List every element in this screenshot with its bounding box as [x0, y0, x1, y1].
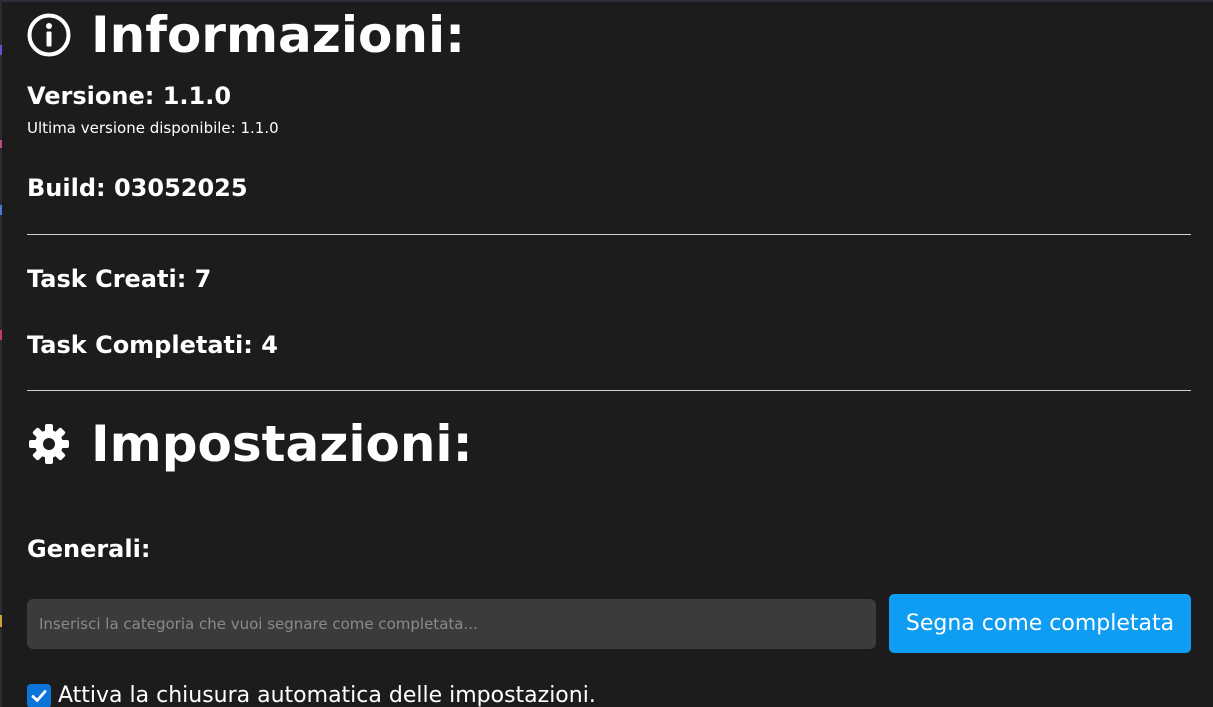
settings-title-text: Impostazioni:	[91, 415, 473, 473]
window-top-border	[0, 0, 1213, 2]
tasks-completed-text: Task Completati: 4	[27, 331, 278, 359]
gear-icon	[29, 424, 69, 464]
info-title-text: Informazioni:	[91, 6, 466, 64]
divider	[27, 234, 1191, 235]
version-text: Versione: 1.1.0	[27, 82, 232, 110]
edge-accent-mark	[0, 140, 2, 148]
left-window-edge	[0, 0, 2, 707]
general-heading: Generali:	[27, 535, 151, 563]
auto-close-option[interactable]: Attiva la chiusura automatica delle impo…	[27, 684, 596, 707]
latest-version-text: Ultima versione disponibile: 1.1.0	[27, 119, 279, 137]
edge-accent-mark	[0, 330, 2, 340]
build-text: Build: 03052025	[27, 174, 248, 202]
info-section-title: Informazioni:	[27, 10, 465, 60]
auto-close-label: Attiva la chiusura automatica delle impo…	[58, 683, 596, 707]
info-circle-icon	[27, 13, 71, 57]
mark-completed-button[interactable]: Segna come completata	[889, 594, 1191, 653]
edge-accent-mark	[0, 615, 2, 627]
auto-close-checkbox[interactable]	[27, 684, 51, 707]
category-input[interactable]	[27, 599, 876, 649]
divider	[27, 390, 1191, 391]
checkmark-icon	[31, 690, 47, 702]
settings-section-title: Impostazioni:	[27, 419, 473, 469]
tasks-created-text: Task Creati: 7	[27, 265, 212, 293]
edge-accent-mark	[0, 205, 2, 215]
edge-accent-mark	[0, 45, 2, 55]
